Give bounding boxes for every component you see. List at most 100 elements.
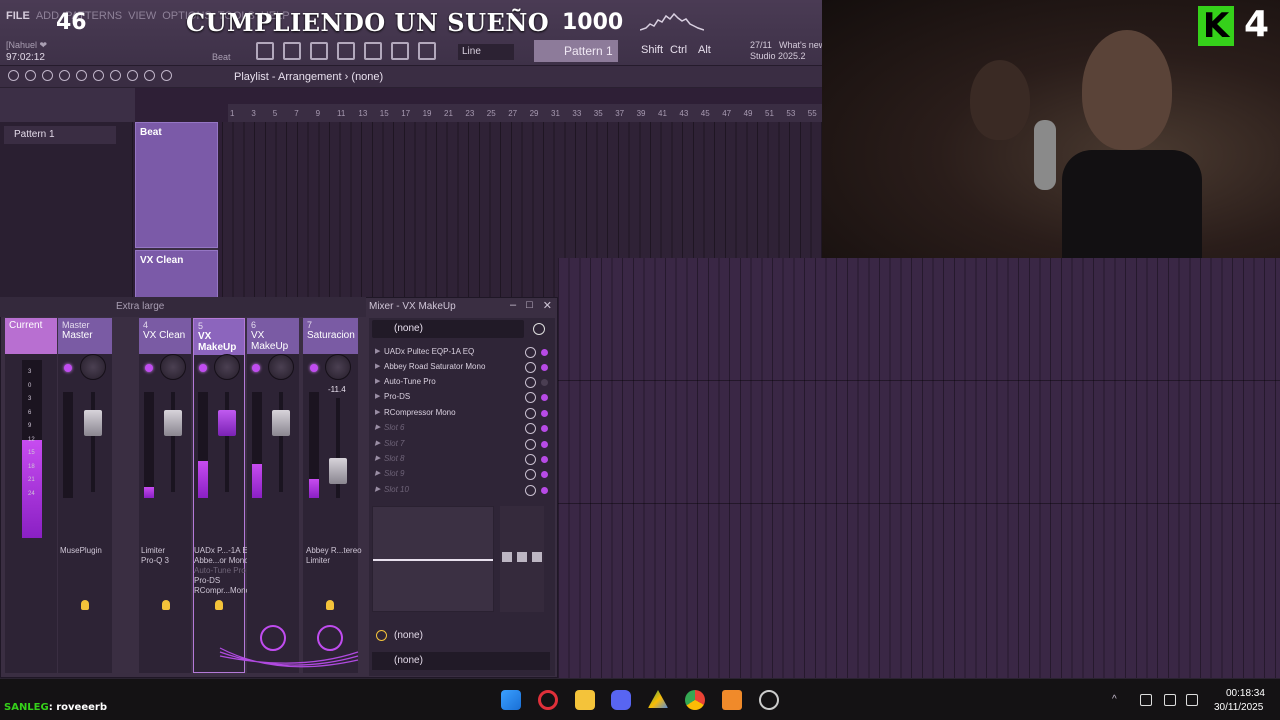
fx-slot-9[interactable]: ▶ Slot 9 (372, 467, 522, 481)
play-icon[interactable] (8, 70, 19, 81)
speaker-icon[interactable] (161, 70, 172, 81)
fx-slot-2[interactable]: ▶ Abbey Road Saturator Mono (372, 360, 522, 374)
slot-mix-knob[interactable] (525, 454, 536, 465)
strip-enable-led[interactable] (64, 364, 72, 372)
send-bulb-icon[interactable] (215, 600, 223, 610)
strip-enable-led[interactable] (199, 364, 207, 372)
mute-icon[interactable] (93, 70, 104, 81)
send-bulb-icon[interactable] (81, 600, 89, 610)
magnet-icon[interactable] (25, 70, 36, 81)
pattern-selector[interactable]: Pattern 1 (534, 40, 618, 62)
slot-enable-led[interactable] (541, 364, 548, 371)
pan-knob[interactable] (214, 354, 240, 380)
slot-mix-knob[interactable] (525, 408, 536, 419)
slot-enable-led[interactable] (541, 425, 548, 432)
pan-knob[interactable] (268, 354, 294, 380)
strip-enable-led[interactable] (310, 364, 318, 372)
fx-slot-3[interactable]: ▶ Auto-Tune Pro (372, 375, 522, 389)
volume-fader[interactable] (164, 410, 182, 436)
browser-icon[interactable] (337, 42, 355, 60)
network-icon[interactable] (1164, 694, 1176, 706)
obs-icon[interactable] (759, 690, 779, 710)
microphone-icon[interactable] (1140, 694, 1152, 706)
slot-enable-led[interactable] (541, 410, 548, 417)
tray-chevron-icon[interactable]: ^ (1112, 694, 1124, 706)
pan-knob[interactable] (325, 354, 351, 380)
snap-selector[interactable]: Line (458, 44, 514, 60)
playlist-grid-lower[interactable] (558, 258, 1280, 678)
slot-mix-knob[interactable] (525, 392, 536, 403)
slot-enable-led[interactable] (541, 471, 548, 478)
minimize-icon[interactable]: – (510, 299, 516, 312)
volume-fader[interactable] (272, 410, 290, 436)
maximize-icon[interactable]: □ (526, 299, 533, 312)
windows-start-icon[interactable] (501, 690, 521, 710)
slot-enable-led[interactable] (541, 349, 548, 356)
eq-high-fader[interactable] (532, 552, 542, 562)
volume-fader[interactable] (329, 458, 347, 484)
eq-low-fader[interactable] (502, 552, 512, 562)
send-bulb-icon[interactable] (162, 600, 170, 610)
playlist-clip-source[interactable]: (none) (351, 71, 383, 83)
microphone-icon[interactable] (418, 42, 436, 60)
slot-mix-knob[interactable] (525, 485, 536, 496)
arrow-icon[interactable] (391, 42, 409, 60)
output-route-selector[interactable]: (none) (372, 652, 550, 670)
slot-mix-knob[interactable] (525, 423, 536, 434)
fl-studio-icon[interactable] (722, 690, 742, 710)
news-title-link[interactable]: What's new (779, 40, 825, 50)
volume-icon[interactable] (1186, 694, 1198, 706)
strip-enable-led[interactable] (252, 364, 260, 372)
fx-slot-6[interactable]: ▶ Slot 6 (372, 421, 522, 435)
slot-mix-knob[interactable] (525, 439, 536, 450)
mixer-size-menu[interactable]: Extra large (116, 301, 164, 312)
slot-enable-led[interactable] (541, 456, 548, 463)
delete-icon[interactable] (76, 70, 87, 81)
slot-enable-led[interactable] (541, 487, 548, 494)
fx-slot-4[interactable]: ▶ Pro-DS (372, 390, 522, 404)
eq-display[interactable] (372, 506, 494, 612)
piano-roll-icon[interactable] (310, 42, 328, 60)
slot-mix-knob[interactable] (525, 469, 536, 480)
zoom-icon[interactable] (144, 70, 155, 81)
taskbar-time[interactable]: 00:18:34 (1226, 688, 1265, 699)
slot-enable-led[interactable] (541, 441, 548, 448)
send-bulb-icon[interactable] (326, 600, 334, 610)
pattern-list-item[interactable]: Pattern 1 (4, 126, 116, 144)
strip-enable-led[interactable] (145, 364, 153, 372)
fx-slot-7[interactable]: ▶ Slot 7 (372, 437, 522, 451)
fx-slot-10[interactable]: ▶ Slot 10 (372, 483, 522, 497)
slot-mix-knob[interactable] (525, 377, 536, 388)
discord-icon[interactable] (611, 690, 631, 710)
menu-file[interactable]: FILE (6, 10, 30, 22)
fx-slot-8[interactable]: ▶ Slot 8 (372, 452, 522, 466)
select-icon[interactable] (127, 70, 138, 81)
slot-mix-knob[interactable] (525, 362, 536, 373)
taskbar-date[interactable]: 30/11/2025 (1214, 702, 1263, 713)
timeline-ruler[interactable]: 1 3 5 7 9 11 13 15 17 19 21 23 25 27 29 31 33 35 37 39 41 43 4… (228, 104, 822, 122)
paint-icon[interactable] (59, 70, 70, 81)
slot-enable-led[interactable] (541, 394, 548, 401)
menu-view[interactable]: VIEW (128, 10, 156, 22)
track-header-beat[interactable]: Beat (135, 122, 218, 248)
track-header-vx-clean[interactable]: VX Clean (135, 250, 218, 298)
pan-knob[interactable] (80, 354, 106, 380)
pencil-icon[interactable] (42, 70, 53, 81)
slice-icon[interactable] (110, 70, 121, 81)
eq-mid-fader[interactable] (517, 552, 527, 562)
slot-mix-knob[interactable] (525, 347, 536, 358)
volume-fader[interactable] (84, 410, 102, 436)
pan-knob[interactable] (160, 354, 186, 380)
volume-fader[interactable] (218, 410, 236, 436)
input-route-selector[interactable]: (none) (372, 627, 550, 645)
preset-selector[interactable]: (none) (372, 320, 524, 338)
clock-icon[interactable] (533, 323, 545, 335)
file-explorer-icon[interactable] (575, 690, 595, 710)
close-icon[interactable]: ✕ (543, 299, 552, 312)
chrome-icon[interactable] (685, 690, 705, 710)
opera-icon[interactable] (538, 690, 558, 710)
channel-rack-icon[interactable] (283, 42, 301, 60)
fx-slot-5[interactable]: ▶ RCompressor Mono (372, 406, 522, 420)
playlist-icon[interactable] (256, 42, 274, 60)
slot-enable-led[interactable] (541, 379, 548, 386)
